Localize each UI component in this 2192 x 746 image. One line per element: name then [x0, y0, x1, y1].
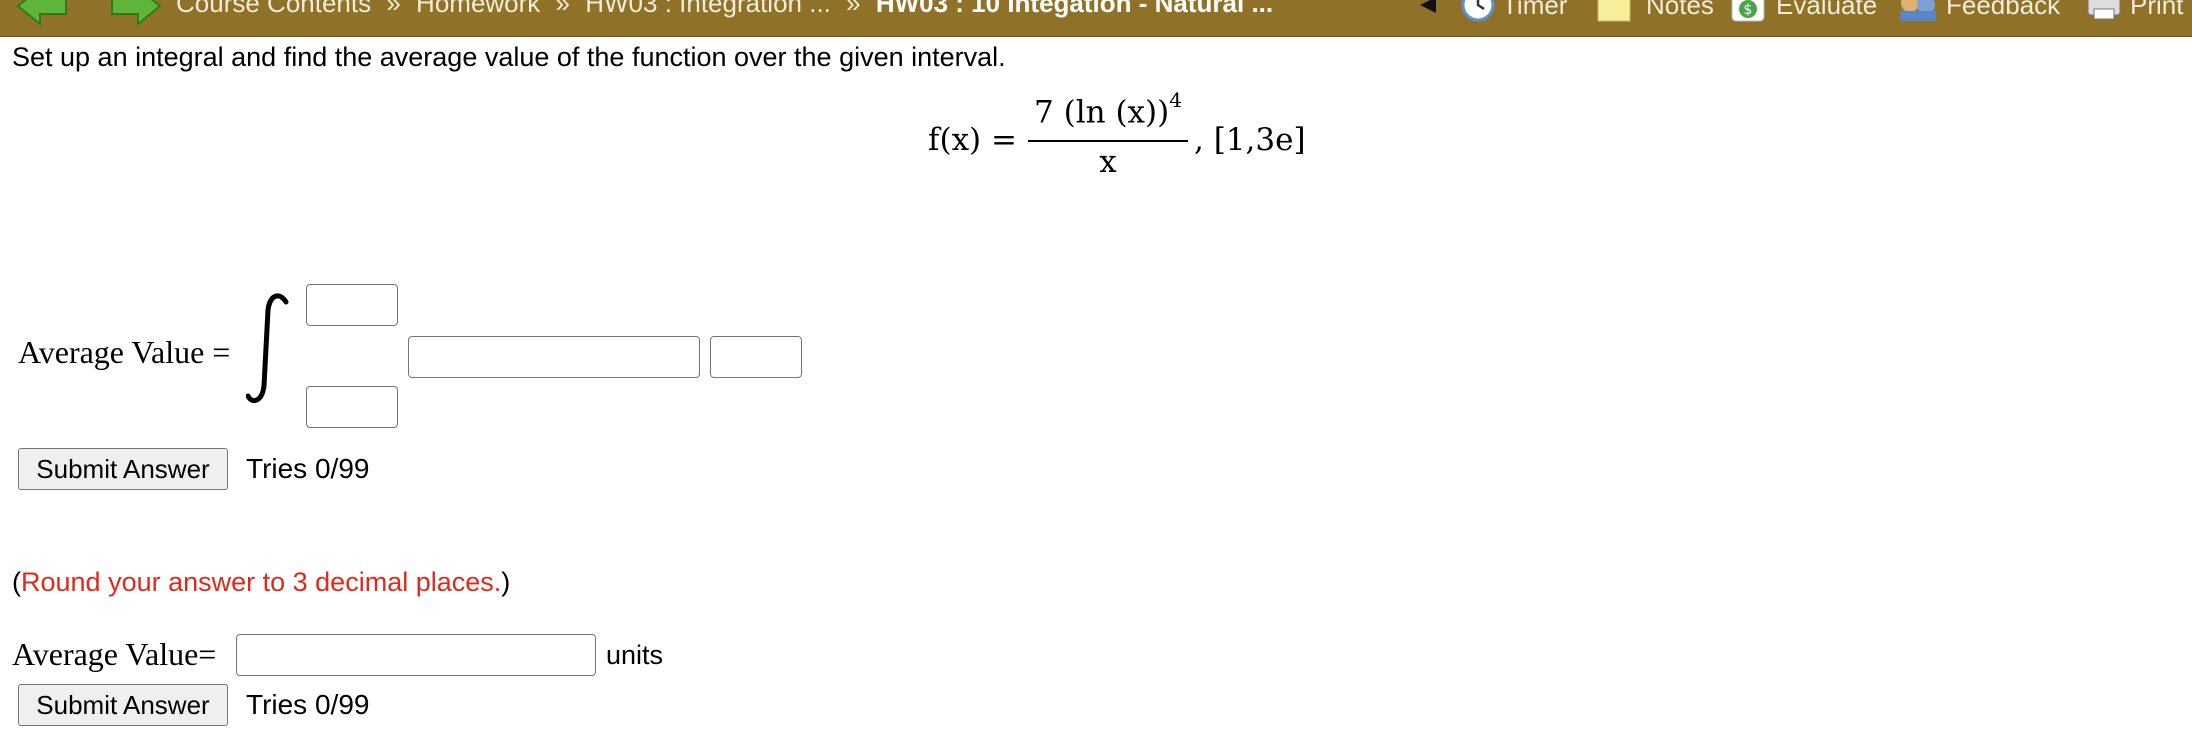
- submit-answer-button-2[interactable]: Submit Answer: [18, 684, 228, 726]
- timer-label: Timer: [1502, 0, 1568, 20]
- average-value-label: Average Value =: [18, 334, 231, 370]
- forward-arrow-icon[interactable]: [108, 0, 164, 27]
- question-prompt: Set up an integral and find the average …: [12, 42, 1006, 72]
- formula-lhs: f(x) =: [928, 122, 1017, 158]
- integrand-input[interactable]: [408, 336, 700, 378]
- evaluate-icon: $: [1731, 0, 1765, 22]
- breadcrumb: Course Contents » Homework » HW03 : Inte…: [176, 0, 1273, 16]
- breadcrumb-course-contents[interactable]: Course Contents: [176, 0, 371, 18]
- evaluate-label: Evaluate: [1776, 0, 1878, 20]
- fraction-bar: [1028, 140, 1188, 142]
- back-arrow-icon[interactable]: [14, 0, 70, 27]
- evaluate-tool[interactable]: $ Evaluate: [1730, 0, 1878, 22]
- breadcrumb-separator: »: [555, 0, 570, 18]
- print-label: Print: [2130, 0, 2184, 20]
- average-value-answer-input[interactable]: [236, 634, 596, 676]
- note-open-paren: (: [12, 567, 21, 597]
- breadcrumb-separator: »: [386, 0, 401, 18]
- previous-triangle-icon[interactable]: [1418, 0, 1438, 20]
- differential-input[interactable]: [710, 336, 802, 378]
- breadcrumb-hw03-integration[interactable]: HW03 : Integration ...: [585, 0, 831, 18]
- feedback-label: Feedback: [1946, 0, 2061, 20]
- notes-tool[interactable]: Notes: [1596, 0, 1714, 22]
- formula-numerator-base: 7 (ln (x)): [1034, 94, 1170, 131]
- note-text: Round your answer to 3 decimal places.: [21, 567, 502, 597]
- feedback-tool[interactable]: Feedback: [1896, 0, 2061, 21]
- breadcrumb-current-problem: HW03 : 10 Integation - Natural ...: [875, 0, 1274, 18]
- breadcrumb-homework[interactable]: Homework: [416, 0, 540, 18]
- average-value-answer-label: Average Value=: [12, 636, 217, 672]
- lower-limit-input[interactable]: [306, 386, 398, 428]
- printer-icon: [2087, 0, 2121, 20]
- formula-exponent: 4: [1169, 88, 1182, 112]
- note-close-paren: ): [501, 567, 511, 597]
- feedback-icon: [1900, 0, 1936, 21]
- formula-numerator: 7 (ln (x))4: [1028, 88, 1188, 131]
- upper-limit-input[interactable]: [306, 284, 398, 326]
- notes-label: Notes: [1646, 0, 1714, 20]
- breadcrumb-separator: »: [846, 0, 861, 18]
- timer-tool[interactable]: Timer: [1460, 0, 1568, 22]
- formula-denominator: x: [1099, 144, 1117, 180]
- tries-counter-2: Tries 0/99: [246, 689, 370, 720]
- rounding-note: (Round your answer to 3 decimal places.): [12, 565, 510, 599]
- integral-sign-icon: [246, 293, 289, 404]
- svg-text:$: $: [1744, 2, 1753, 18]
- tries-counter: Tries 0/99: [246, 453, 370, 484]
- notes-icon: [1597, 0, 1631, 22]
- top-navigation-bar: Course Contents » Homework » HW03 : Inte…: [0, 0, 2192, 37]
- formula-interval: , [1,3e]: [1194, 122, 1306, 158]
- units-label: units: [606, 640, 664, 670]
- print-tool[interactable]: Print: [2084, 0, 2183, 20]
- clock-icon: [1461, 0, 1495, 22]
- submit-answer-button[interactable]: Submit Answer: [18, 448, 228, 490]
